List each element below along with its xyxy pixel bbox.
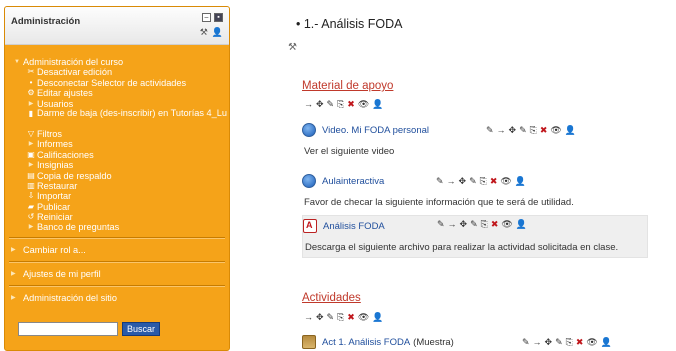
tools-icon: ✂: [27, 67, 35, 77]
admin-block: Administración – ▪ ⚒ 👤 ▼ Administración …: [4, 6, 230, 351]
section-edit-tools[interactable]: →✥✎⎘✖👁👤: [304, 312, 386, 323]
expand-triangle-icon: ▶: [28, 162, 34, 169]
admin-item-darme-de-baja[interactable]: ▮ Darme de baja (des-inscribir) en Tutor…: [25, 108, 229, 129]
admin-link-ajustes-perfil[interactable]: ▶ Ajustes de mi perfil: [5, 263, 229, 285]
activity-link[interactable]: Video. Mi FODA personal: [322, 125, 429, 136]
expand-triangle-icon: ▶: [28, 100, 34, 107]
admin-item-restaurar[interactable]: ▥ Restaurar: [25, 181, 229, 191]
expand-triangle-icon: ▶: [11, 271, 16, 278]
unenrol-icon: ▮: [28, 108, 34, 118]
activity-video-mi-foda: Video. Mi FODA personal ✎→✥✎⎘✖👁👤 Ver el …: [302, 122, 648, 157]
section-edit-tools[interactable]: →✥✎⎘✖👁👤: [304, 99, 386, 110]
activity-edit-tools[interactable]: ✎→✥✎⎘✖👁👤: [436, 176, 529, 187]
admin-search-input[interactable]: [18, 322, 118, 336]
wrench-icon[interactable]: ⚒: [288, 42, 297, 53]
grades-icon: ▣: [27, 149, 35, 159]
topic-title: • 1.- Análisis FODA: [296, 17, 403, 31]
admin-link-cambiar-rol[interactable]: ▶ Cambiar rol a...: [5, 239, 229, 261]
activity-edit-tools[interactable]: ✎→✥✎⎘✖👁👤: [486, 125, 579, 136]
assignment-icon: [302, 335, 316, 349]
admin-item-importar[interactable]: ⇩ Importar: [25, 191, 229, 201]
admin-title: Administración: [11, 16, 81, 27]
activity-link[interactable]: Aulainteractiva: [322, 176, 384, 187]
activity-suffix: (Muestra): [413, 336, 454, 348]
wrench-icon[interactable]: ⚒: [200, 27, 208, 38]
pdf-icon: [303, 219, 317, 233]
activity-analisis-foda: Análisis FODA ✎→✥✎⎘✖👁👤 Descarga el sigui…: [302, 215, 648, 258]
activity-edit-tools[interactable]: ✎→✥✎⎘✖👁👤: [522, 337, 615, 348]
admin-item-editar-ajustes[interactable]: ⚙ Editar ajustes: [25, 88, 229, 98]
admin-tree: ▼ Administración del curso ✂ Desactivar …: [5, 45, 229, 233]
activity-aulainteractiva: Aulainteractiva ✎→✥✎⎘✖👁👤 Favor de checar…: [302, 173, 648, 208]
filter-icon: ▽: [27, 128, 35, 138]
url-icon: [302, 123, 316, 137]
admin-item-desactivar-edicion[interactable]: ✂ Desactivar edición: [25, 67, 229, 77]
url-icon: [302, 174, 316, 188]
admin-item-copia-de-respaldo[interactable]: ▤ Copia de respaldo: [25, 171, 229, 181]
bullet-icon: •: [29, 77, 33, 87]
course-admin-node[interactable]: ▼ Administración del curso: [11, 57, 229, 67]
course-content: • 1.- Análisis FODA ⚒ Material de apoyo …: [272, 0, 676, 351]
admin-search: Buscar: [18, 322, 161, 336]
admin-item-insignias[interactable]: ▶ Insignias: [25, 160, 229, 170]
activity-link[interactable]: Act 1. Análisis FODA: [322, 337, 410, 348]
admin-item-publicar[interactable]: ▰ Publicar: [25, 202, 229, 212]
collapse-block-icon[interactable]: –: [202, 13, 211, 22]
search-button[interactable]: Buscar: [122, 322, 161, 336]
admin-item-desconectar-selector[interactable]: • Desconectar Selector de actividades: [25, 78, 229, 88]
reset-icon: ↺: [27, 212, 35, 222]
expand-triangle-icon: ▶: [28, 224, 34, 231]
dock-block-icon[interactable]: ▪: [214, 13, 223, 22]
import-icon: ⇩: [27, 191, 35, 201]
expand-triangle-icon: ▶: [11, 295, 16, 302]
gear-icon: ⚙: [27, 88, 35, 98]
activity-description: Favor de checar la siguiente información…: [304, 197, 574, 208]
admin-item-calificaciones[interactable]: ▣ Calificaciones: [25, 150, 229, 160]
admin-link-admin-sitio[interactable]: ▶ Administración del sitio: [5, 287, 229, 309]
collapse-triangle-icon: ▼: [14, 59, 20, 65]
activity-link[interactable]: Análisis FODA: [323, 221, 385, 232]
admin-header: Administración – ▪ ⚒ 👤: [5, 7, 229, 45]
section-title-material[interactable]: Material de apoyo: [302, 80, 393, 92]
activity-description: Descarga el siguiente archivo para reali…: [305, 242, 619, 253]
restore-icon: ▥: [27, 180, 35, 190]
publish-icon: ▰: [27, 201, 35, 211]
assign-roles-icon[interactable]: 👤: [212, 27, 223, 38]
section-title-actividades[interactable]: Actividades: [302, 292, 361, 304]
activity-description: Ver el siguiente video: [304, 146, 395, 157]
expand-triangle-icon: ▶: [11, 247, 16, 254]
admin-item-reiniciar[interactable]: ↺ Reiniciar: [25, 212, 229, 222]
activity-act1-analisis-foda: Act 1. Análisis FODA (Muestra) ✎→✥✎⎘✖👁👤: [302, 334, 648, 350]
expand-triangle-icon: ▶: [28, 141, 34, 148]
admin-item-filtros[interactable]: ▽ Filtros: [25, 129, 229, 139]
admin-item-banco-de-preguntas[interactable]: ▶ Banco de preguntas: [25, 222, 229, 232]
activity-edit-tools[interactable]: ✎→✥✎⎘✖👁👤: [437, 219, 530, 230]
admin-item-informes[interactable]: ▶ Informes: [25, 139, 229, 149]
backup-icon: ▤: [27, 170, 35, 180]
